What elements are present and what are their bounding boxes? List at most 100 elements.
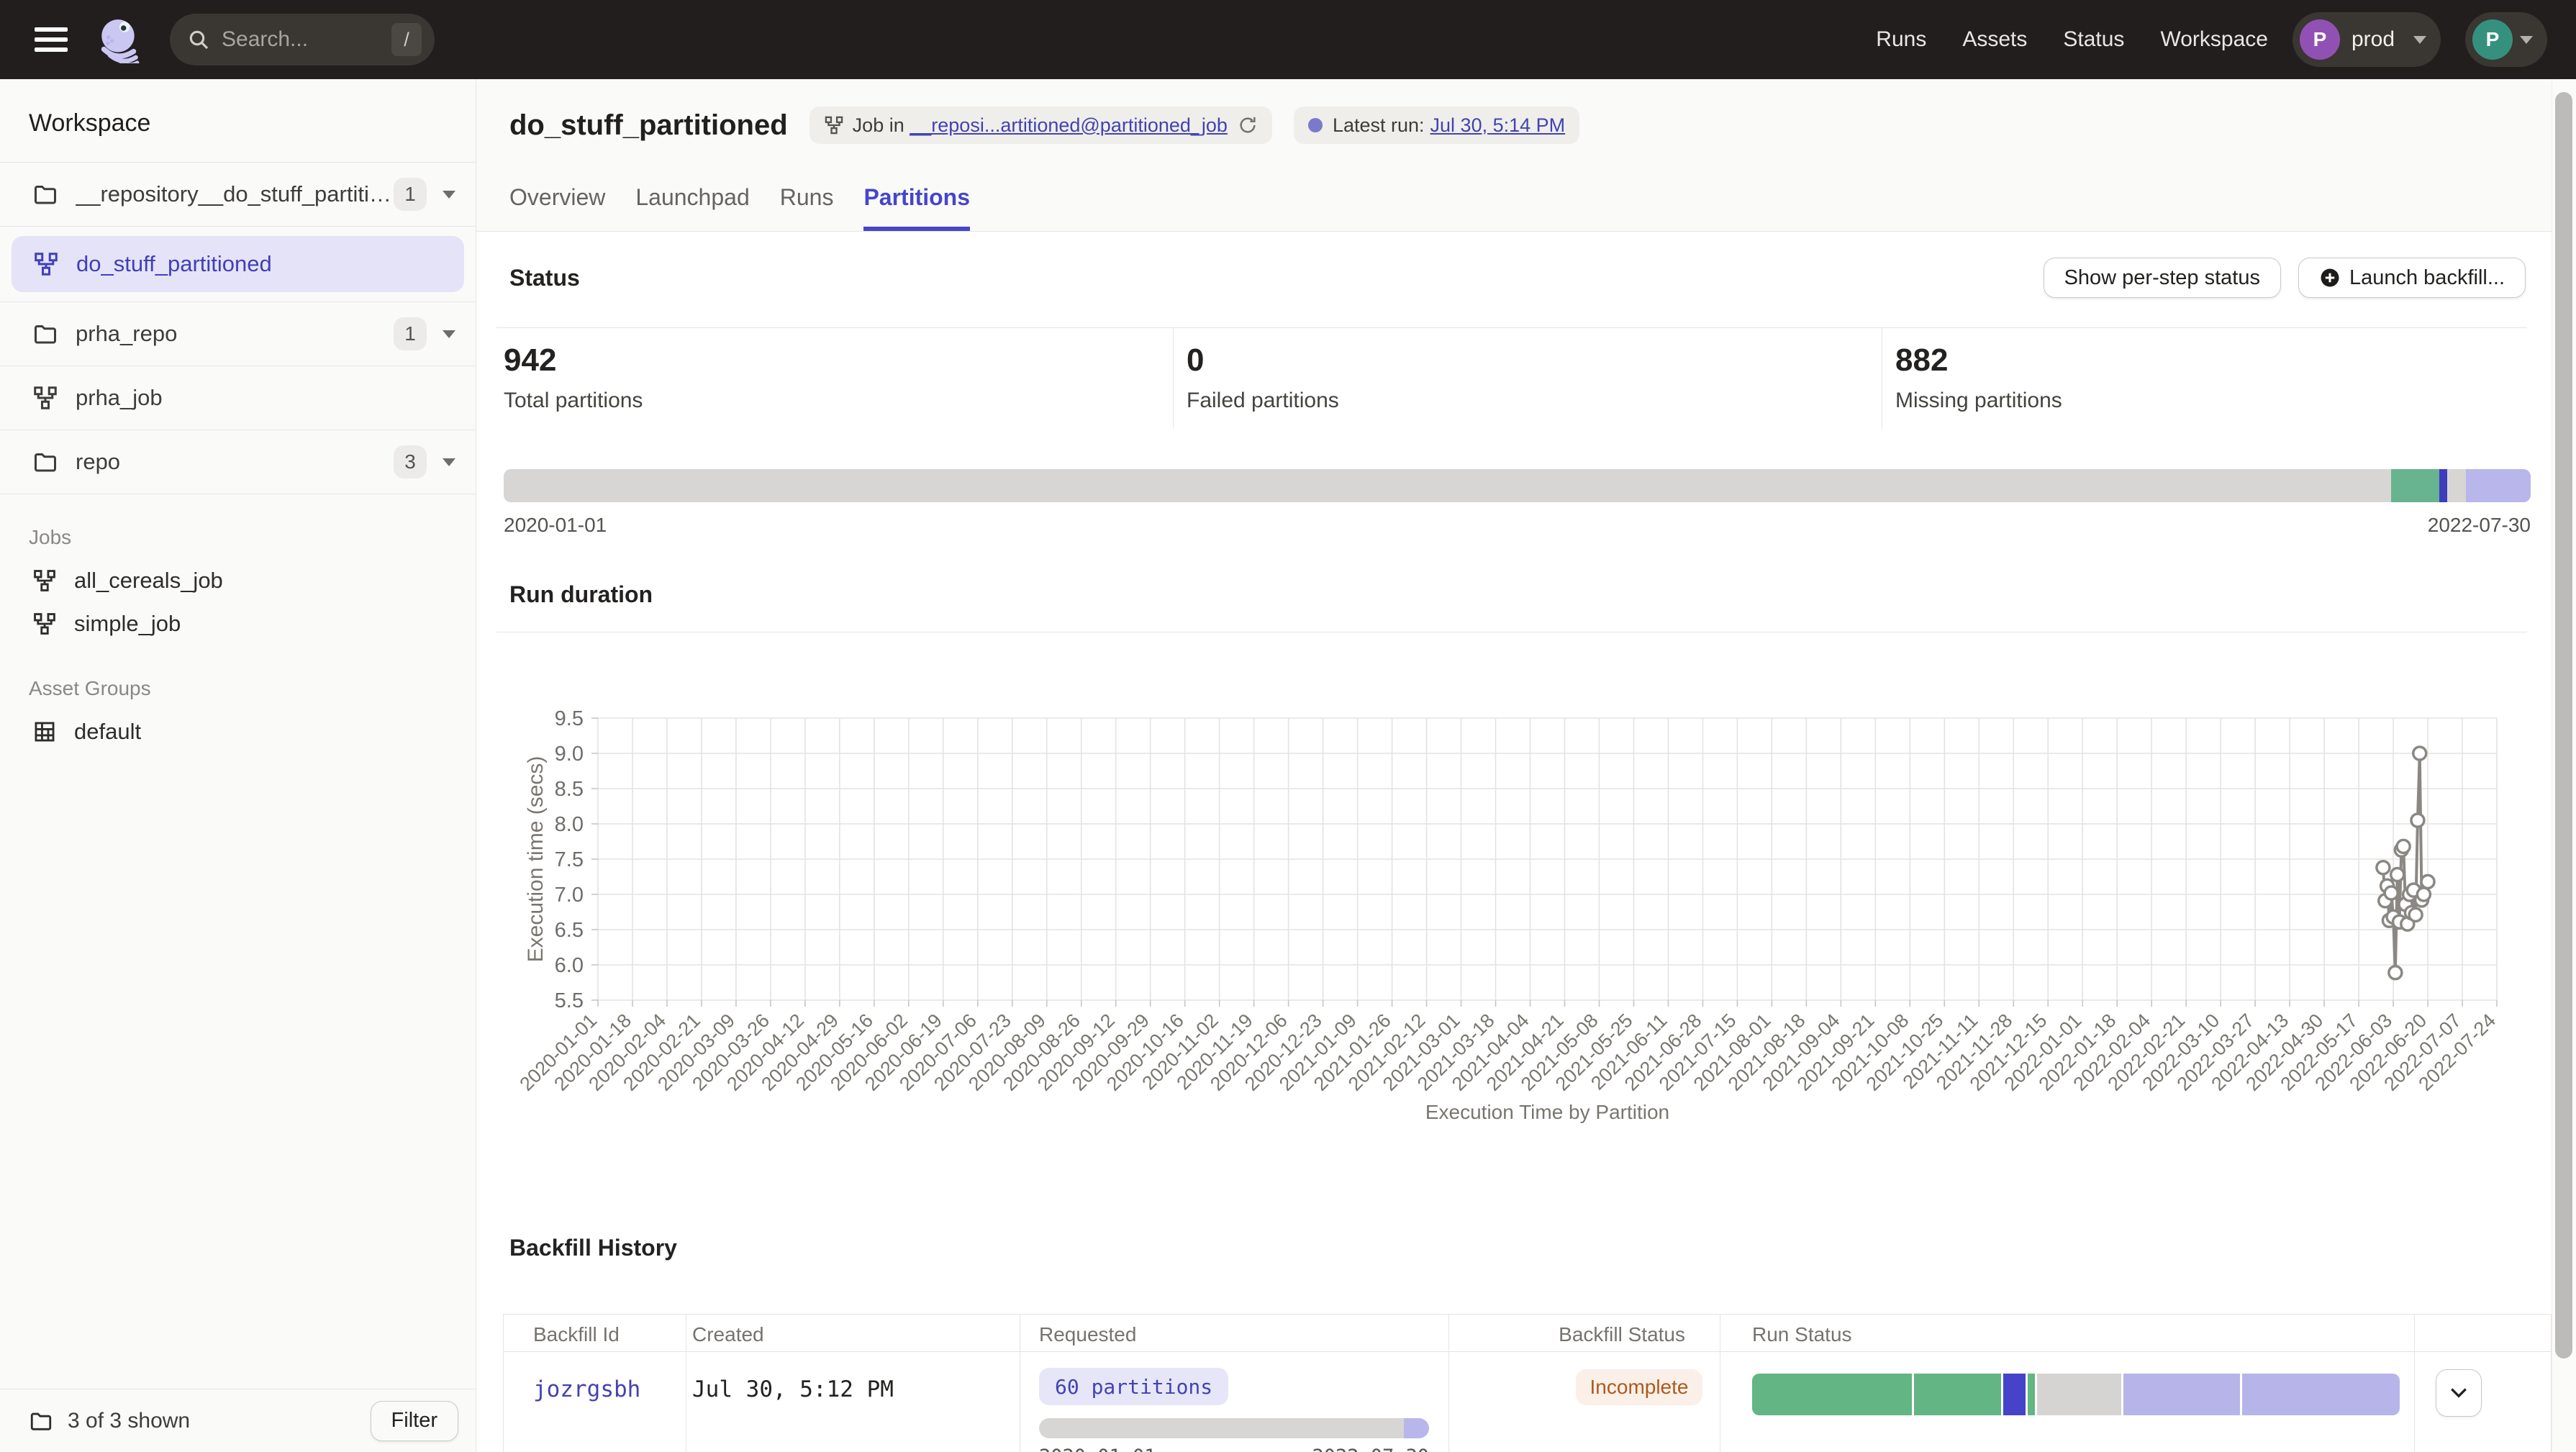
bar-segment	[2121, 1374, 2240, 1415]
latest-run-label: Latest run:	[1333, 114, 1425, 137]
sidebar-footer: 3 of 3 shown Filter	[0, 1389, 476, 1452]
dagster-logo[interactable]	[95, 16, 142, 63]
bar-segment	[1404, 1418, 1429, 1438]
caret-down-icon[interactable]	[443, 191, 455, 199]
sidebar-item-inner[interactable]: repo3	[0, 430, 476, 494]
item-count-badge: 1	[394, 178, 427, 211]
svg-text:9.5: 9.5	[555, 707, 584, 730]
scrollbar-thumb[interactable]	[2555, 92, 2572, 1358]
run-status-bar[interactable]	[1752, 1374, 2400, 1415]
status-title: Status	[509, 265, 580, 291]
reload-icon[interactable]	[1238, 115, 1258, 135]
user-avatar: P	[2472, 19, 2513, 60]
backfill-id-link[interactable]: jozrgsbh	[533, 1376, 640, 1402]
job-icon	[33, 251, 59, 277]
repo-count-text: 3 of 3 shown	[68, 1409, 190, 1433]
plus-circle-icon	[2319, 267, 2341, 289]
sidebar-item-inner[interactable]: __repository__do_stuff_partitio...1	[0, 163, 476, 226]
caret-down-icon[interactable]	[443, 458, 455, 466]
hamburger-menu-icon[interactable]	[35, 27, 68, 52]
tab-overview[interactable]: Overview	[509, 184, 605, 231]
latest-run-link[interactable]: Jul 30, 5:14 PM	[1430, 114, 1566, 137]
nav-link-assets[interactable]: Assets	[1962, 27, 2027, 52]
svg-text:9.0: 9.0	[555, 743, 584, 766]
tab-launchpad[interactable]: Launchpad	[635, 184, 749, 231]
svg-text:7.5: 7.5	[555, 848, 584, 871]
stat-label: Missing partitions	[1895, 389, 2527, 413]
requested-partitions-tag[interactable]: 60 partitions	[1039, 1368, 1228, 1405]
sidebar-item-all-cereals-job[interactable]: all_cereals_job	[0, 559, 476, 602]
sidebar-item-default[interactable]: default	[0, 710, 476, 753]
vertical-scrollbar[interactable]	[2552, 79, 2576, 1452]
item-count-badge: 1	[394, 317, 427, 350]
bar-segment	[1039, 1418, 1404, 1438]
expand-row-button[interactable]	[2436, 1369, 2482, 1417]
run-status-dot	[1308, 118, 1323, 132]
job-origin-tag: Job in __reposi...artitioned@partitioned…	[809, 106, 1272, 144]
sidebar-item-label: prha_job	[76, 385, 163, 411]
nav-links: Runs Assets Status Workspace	[1876, 27, 2268, 52]
svg-text:5.5: 5.5	[555, 989, 584, 1012]
section-label: Jobs	[0, 526, 476, 559]
status-section-header: Status Show per-step status Launch backf…	[509, 258, 2526, 298]
grid-icon	[32, 720, 57, 744]
nav-link-runs[interactable]: Runs	[1876, 27, 1926, 52]
dagster-app: / Runs Assets Status Workspace P prod P Wor…	[0, 0, 2576, 1452]
sidebar-item-do-stuff-partitioned[interactable]: do_stuff_partitioned	[0, 227, 476, 302]
svg-text:8.0: 8.0	[555, 813, 584, 836]
nav-link-workspace[interactable]: Workspace	[2160, 27, 2268, 52]
folder-icon	[32, 321, 58, 347]
tab-runs[interactable]: Runs	[780, 184, 834, 231]
search-input[interactable]	[222, 27, 391, 52]
sidebar-item-inner[interactable]: prha_job	[0, 366, 476, 430]
partition-stats: 942Total partitions0Failed partitions882…	[496, 328, 2527, 429]
range-end-label: 2022-07-30	[2428, 514, 2531, 537]
partition-status-bar[interactable]	[504, 469, 2531, 502]
sidebar-item-inner[interactable]: prha_repo1	[0, 302, 476, 366]
sidebar-item-repository-do-stuff-partitio[interactable]: __repository__do_stuff_partitio...1	[0, 163, 476, 227]
range-start-label: 2020-01-01	[504, 514, 607, 537]
svg-text:6.5: 6.5	[555, 919, 584, 942]
bar-segment	[2026, 1374, 2036, 1415]
section-label: Asset Groups	[0, 677, 476, 710]
filter-button[interactable]: Filter	[371, 1401, 458, 1441]
item-count-badge: 3	[394, 445, 427, 478]
nav-link-status[interactable]: Status	[2063, 27, 2124, 52]
bar-segment	[1912, 1374, 2001, 1415]
bar-segment	[504, 469, 2391, 502]
search-icon	[187, 28, 210, 51]
job-origin-link[interactable]: __reposi...artitioned@partitioned_job	[910, 114, 1228, 137]
folder-icon	[32, 449, 58, 475]
sidebar-item-prha-repo[interactable]: prha_repo1	[0, 302, 476, 366]
column-divider	[2414, 1315, 2415, 1452]
sidebar-section-jobs: Jobsall_cereals_jobsimple_job	[0, 526, 476, 645]
user-menu[interactable]: P	[2465, 12, 2547, 67]
backfill-history-table: Backfill Id Created Requested Backfill S…	[503, 1314, 2552, 1452]
tab-partitions[interactable]: Partitions	[863, 184, 970, 231]
bar-segment	[2240, 1374, 2400, 1415]
stat-total-partitions: 942Total partitions	[496, 328, 1173, 429]
job-icon	[32, 385, 58, 411]
search-shortcut-key: /	[391, 23, 422, 56]
job-icon	[32, 612, 57, 636]
caret-down-icon[interactable]	[443, 330, 455, 338]
show-per-step-status-button[interactable]: Show per-step status	[2044, 258, 2281, 298]
sidebar-item-prha-job[interactable]: prha_job	[0, 366, 476, 430]
sidebar-item-repo[interactable]: repo3	[0, 430, 476, 494]
stat-value: 0	[1187, 342, 1882, 378]
chevron-down-icon	[2413, 36, 2426, 44]
sidebar-item-label: do_stuff_partitioned	[76, 251, 272, 277]
run-duration-title: Run duration	[509, 581, 653, 608]
deployment-label: prod	[2351, 27, 2395, 52]
sidebar-item-simple-job[interactable]: simple_job	[0, 602, 476, 645]
launch-backfill-button[interactable]: Launch backfill...	[2298, 258, 2526, 298]
column-header-run-status: Run Status	[1752, 1323, 1852, 1346]
latest-run-tag: Latest run: Jul 30, 5:14 PM	[1294, 106, 1579, 144]
table-header-border	[504, 1351, 2551, 1352]
stat-value: 942	[504, 342, 1173, 378]
sidebar-item-inner[interactable]: do_stuff_partitioned	[12, 236, 464, 292]
backfill-status-badge: Incomplete	[1576, 1369, 1702, 1405]
partitions-content: Status Show per-step status Launch backf…	[476, 232, 2552, 1452]
deployment-switcher[interactable]: P prod	[2292, 12, 2441, 67]
global-search[interactable]: /	[170, 14, 435, 65]
